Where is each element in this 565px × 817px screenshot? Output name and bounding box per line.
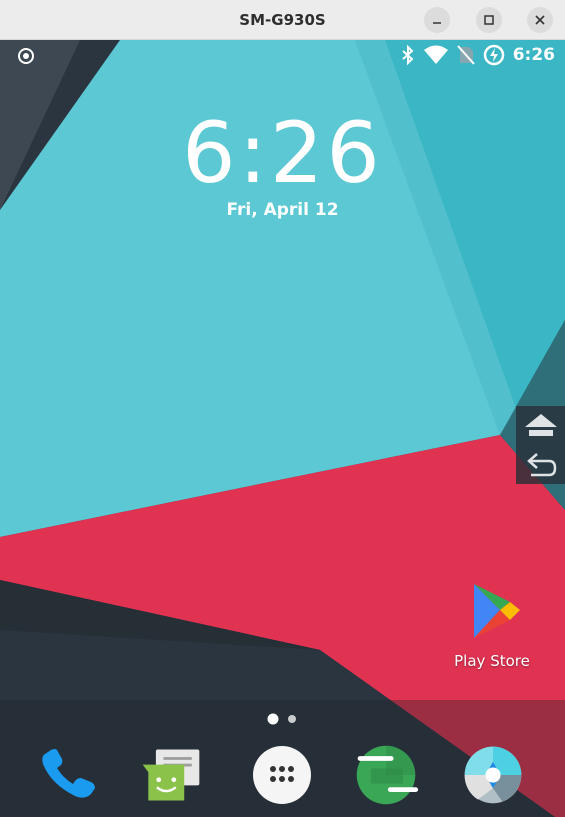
messaging-icon [142, 749, 200, 801]
app-drawer-button[interactable] [248, 744, 316, 806]
lock-date: Fri, April 12 [226, 200, 339, 220]
phone-icon [42, 749, 95, 798]
page-dot-active [267, 713, 279, 725]
home-button[interactable] [516, 406, 565, 444]
page-dot [288, 715, 296, 723]
hangouts-app[interactable] [352, 744, 420, 806]
minimize-icon [433, 22, 441, 24]
play-store-icon [474, 584, 520, 638]
battery-charging-icon [483, 44, 504, 66]
back-icon [526, 453, 556, 477]
play-store-shortcut[interactable]: Play Store [440, 580, 544, 670]
bluetooth-icon [402, 45, 414, 65]
play-store-label: Play Store [454, 652, 530, 670]
device-screen[interactable]: 6:26 6:26 Fri, April 12 Play Store [0, 40, 565, 817]
hangouts-icon [356, 745, 419, 805]
close-icon [535, 15, 545, 25]
minimize-button[interactable] [424, 7, 450, 33]
back-button[interactable] [516, 446, 565, 484]
camera-app[interactable] [459, 744, 527, 806]
page-indicator[interactable] [262, 713, 302, 725]
side-panel [516, 406, 565, 484]
status-bar: 6:26 [0, 40, 565, 70]
messaging-app[interactable] [137, 744, 205, 806]
lock-clock: 6:26 [182, 104, 383, 202]
no-sim-icon [456, 45, 475, 65]
camera-icon [464, 746, 522, 804]
status-time: 6:26 [512, 45, 555, 65]
maximize-button[interactable] [476, 7, 502, 33]
maximize-icon [484, 15, 494, 25]
screen-record-icon [18, 48, 34, 64]
title-bar[interactable]: SM-G930S [0, 0, 565, 40]
emulator-window: SM-G930S 6:26 6:26 Fri, April 12 Play St… [0, 0, 565, 817]
dock [0, 740, 565, 817]
close-button[interactable] [527, 7, 553, 33]
phone-app[interactable] [36, 744, 104, 806]
home-icon [524, 414, 557, 436]
app-drawer-icon [253, 746, 311, 804]
wifi-icon [423, 45, 448, 64]
